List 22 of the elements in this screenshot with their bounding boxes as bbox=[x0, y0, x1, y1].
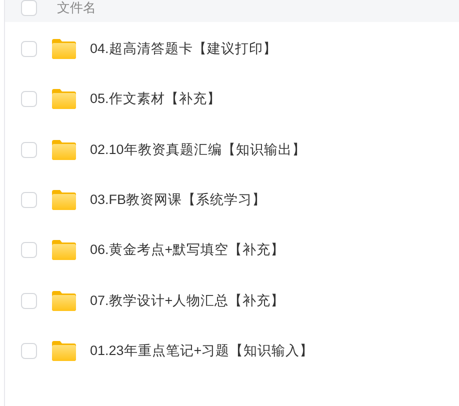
folder-icon bbox=[51, 340, 77, 362]
file-name[interactable]: 02.10年教资真题汇编【知识输出】 bbox=[90, 140, 306, 160]
folder-icon bbox=[51, 239, 77, 262]
folder-icon bbox=[51, 38, 77, 60]
checkbox[interactable] bbox=[21, 292, 37, 309]
file-name[interactable]: 05.作文素材【补充】 bbox=[90, 89, 221, 110]
checkbox[interactable] bbox=[21, 142, 37, 158]
file-name[interactable]: 04.超高清答题卡【建议打印】 bbox=[90, 39, 277, 60]
folder-icon bbox=[51, 189, 77, 212]
file-name[interactable]: 01.23年重点笔记+习题【知识输入】 bbox=[90, 340, 314, 362]
checkbox[interactable] bbox=[21, 342, 37, 359]
checkbox[interactable] bbox=[21, 91, 37, 108]
file-name[interactable]: 07.教学设计+人物汇总【补充】 bbox=[90, 290, 285, 311]
folder-icon bbox=[51, 138, 77, 161]
checkbox[interactable] bbox=[21, 192, 37, 208]
folder-icon bbox=[51, 88, 77, 110]
file-name[interactable]: 03.FB教资网课【系统学习】 bbox=[90, 190, 266, 210]
checkbox[interactable] bbox=[21, 41, 37, 58]
folder-icon bbox=[51, 290, 77, 312]
checkbox[interactable] bbox=[21, 0, 37, 16]
file-name[interactable]: 06.黄金考点+默写填空【补充】 bbox=[90, 240, 285, 260]
checkbox[interactable] bbox=[21, 242, 37, 258]
